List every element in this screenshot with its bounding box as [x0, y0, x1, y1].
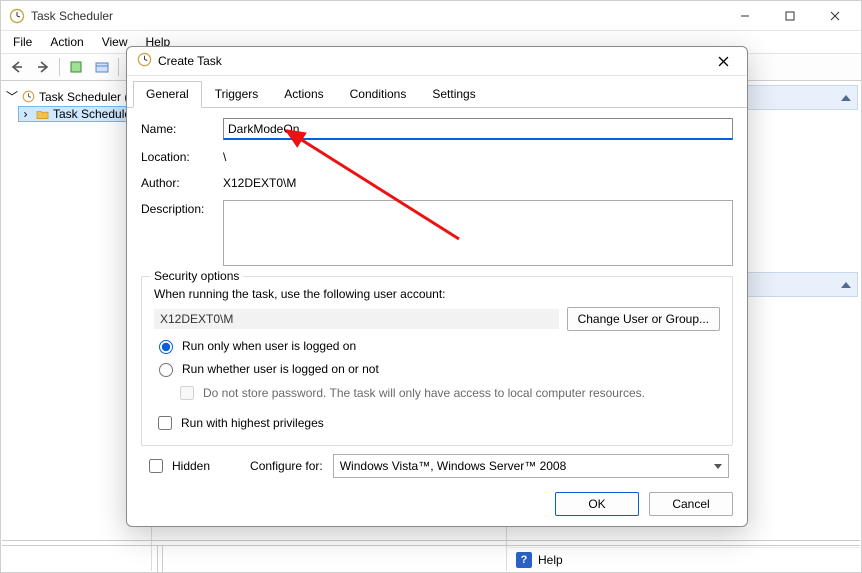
- hidden-checkbox[interactable]: [149, 459, 163, 473]
- tab-conditions[interactable]: Conditions: [337, 81, 420, 108]
- clock-icon: [21, 90, 35, 104]
- configure-select[interactable]: Windows Vista™, Windows Server™ 2008: [333, 454, 729, 478]
- help-icon: ?: [516, 552, 532, 568]
- menu-file[interactable]: File: [5, 33, 40, 51]
- help-item[interactable]: ? Help: [508, 547, 861, 572]
- cancel-button[interactable]: Cancel: [649, 492, 733, 516]
- collapse-icon[interactable]: ﹀: [6, 88, 17, 105]
- configure-value: Windows Vista™, Windows Server™ 2008: [340, 459, 567, 473]
- help-label: Help: [538, 553, 563, 567]
- dialog-close-button[interactable]: [703, 47, 743, 75]
- name-input[interactable]: [223, 118, 733, 140]
- tab-triggers[interactable]: Triggers: [202, 81, 272, 108]
- menu-action[interactable]: Action: [42, 33, 91, 51]
- tab-actions[interactable]: Actions: [271, 81, 336, 108]
- author-value: X12DEXT0\M: [223, 174, 733, 192]
- radio-logged-on[interactable]: [159, 340, 173, 354]
- name-label: Name:: [141, 122, 215, 136]
- tabstrip: General Triggers Actions Conditions Sett…: [127, 80, 747, 108]
- description-input[interactable]: [223, 200, 733, 266]
- forward-button[interactable]: [31, 56, 55, 78]
- security-legend: Security options: [150, 269, 243, 283]
- security-group: Security options When running the task, …: [141, 276, 733, 446]
- tab-settings[interactable]: Settings: [419, 81, 488, 108]
- create-task-dialog: Create Task General Triggers Actions Con…: [126, 46, 748, 527]
- horizontal-splitter[interactable]: [2, 540, 860, 546]
- close-button[interactable]: [812, 2, 857, 30]
- vertical-splitter[interactable]: [157, 546, 163, 572]
- tab-general[interactable]: General: [133, 81, 202, 108]
- ok-button[interactable]: OK: [555, 492, 639, 516]
- highest-priv-label: Run with highest privileges: [181, 416, 324, 430]
- dialog-titlebar: Create Task: [127, 47, 747, 76]
- window-title: Task Scheduler: [31, 9, 722, 23]
- author-label: Author:: [141, 176, 215, 190]
- toolbar-icon-2[interactable]: [90, 56, 114, 78]
- folder-icon: [35, 107, 49, 121]
- change-user-button[interactable]: Change User or Group...: [567, 307, 720, 331]
- no-store-pw-label: Do not store password. The task will onl…: [203, 386, 645, 400]
- caret-up-icon: [841, 95, 851, 101]
- dialog-title: Create Task: [158, 54, 703, 68]
- account-field: X12DEXT0\M: [154, 309, 559, 329]
- highest-priv-checkbox[interactable]: [158, 416, 172, 430]
- radio-any[interactable]: [159, 363, 173, 377]
- no-store-pw-checkbox: [180, 386, 194, 400]
- chevron-down-icon: [714, 464, 722, 469]
- maximize-button[interactable]: [767, 2, 812, 30]
- main-titlebar: Task Scheduler: [1, 1, 861, 31]
- configure-label: Configure for:: [250, 459, 323, 473]
- toolbar-icon-1[interactable]: [64, 56, 88, 78]
- radio-logged-on-label: Run only when user is logged on: [182, 339, 356, 353]
- radio-any-label: Run whether user is logged on or not: [182, 362, 379, 376]
- minimize-button[interactable]: [722, 2, 767, 30]
- location-value: \: [223, 148, 733, 166]
- clock-icon: [137, 52, 152, 70]
- tree-child-label: Task Schedule: [53, 107, 131, 121]
- hidden-label: Hidden: [172, 459, 210, 473]
- tree-root-label: Task Scheduler (L: [39, 90, 135, 104]
- description-label: Description:: [141, 200, 215, 216]
- back-button[interactable]: [5, 56, 29, 78]
- security-intro: When running the task, use the following…: [154, 287, 446, 301]
- caret-up-icon: [841, 282, 851, 288]
- clock-icon: [9, 8, 25, 24]
- location-label: Location:: [141, 150, 215, 164]
- expand-icon[interactable]: ›: [20, 107, 31, 121]
